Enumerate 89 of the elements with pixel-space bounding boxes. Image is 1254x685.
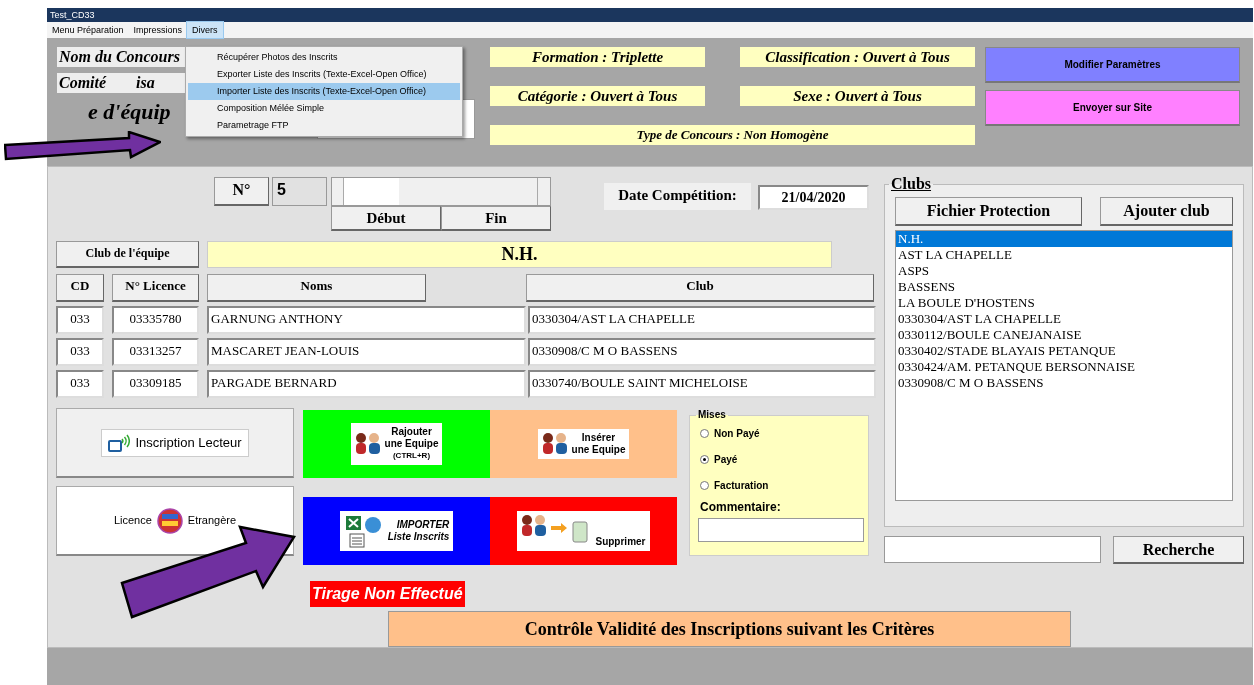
list-item[interactable]: 0330112/BOULE CANEJANAISE (896, 327, 1232, 343)
button-label: Supprimer (595, 536, 646, 548)
table-cell: GARNUNG ANTHONY (207, 306, 526, 334)
table-cell: 03309185 (112, 370, 199, 398)
list-item[interactable]: 0330402/STADE BLAYAIS PETANQUE (896, 343, 1232, 359)
column-header: N° Licence (112, 274, 199, 302)
flags-globe-icon (156, 507, 183, 534)
people-icon (541, 432, 568, 456)
comment-label: Commentaire: (700, 499, 782, 516)
table-cell: PARGADE BERNARD (207, 370, 526, 398)
search-button[interactable]: Recherche (1113, 536, 1244, 564)
people-icon (354, 432, 381, 456)
table-cell: 0330908/C M O BASSENS (528, 338, 876, 366)
list-item[interactable]: ASPS (896, 263, 1232, 279)
column-header: CD (56, 274, 104, 302)
button-label: IMPORTER Liste Inscrits (387, 519, 450, 543)
club-label: Club de l'équipe (56, 241, 199, 268)
reader-button[interactable]: Inscription Lecteur (56, 408, 294, 478)
foreign-licence-button[interactable]: Licence Etrangère (56, 486, 294, 556)
table-cell: 0330304/AST LA CHAPELLE (528, 306, 876, 334)
button-label: Insérer une Equipe (571, 432, 626, 456)
menu-item[interactable]: Importer Liste des Inscrits (Texte-Excel-Open Office) (188, 83, 460, 100)
menu-item[interactable]: Divers (187, 22, 223, 38)
menu-item[interactable]: Menu Préparation (47, 22, 129, 38)
table-cell: MASCARET JEAN-LOUIS (207, 338, 526, 366)
window-title: Test_CD33 (47, 8, 1253, 22)
info-label: Type de Concours : Non Homogène (490, 125, 975, 145)
form-label: Comité (59, 73, 107, 93)
button-label: Etrangère (187, 513, 237, 529)
radio-option[interactable]: Non Payé (700, 420, 858, 446)
list-item[interactable]: AST LA CHAPELLE (896, 247, 1232, 263)
search-field[interactable] (884, 536, 1101, 563)
menu-item[interactable]: Composition Mélée Simple (188, 100, 460, 117)
menu-item[interactable]: Parametrage FTP (188, 117, 460, 134)
menu-item[interactable]: Récupérer Photos des Inscrits (188, 49, 460, 66)
info-label: Sexe : Ouvert à Tous (740, 86, 975, 106)
radio-button[interactable] (700, 428, 709, 438)
info-label: Classification : Ouvert à Tous (740, 47, 975, 67)
number-label: N° (214, 177, 269, 206)
menu-item[interactable]: Impressions (128, 22, 188, 38)
table-cell: 033 (56, 370, 104, 398)
menu-item[interactable]: Exporter Liste des Inscrits (Texte-Excel-Open Office) (188, 66, 460, 83)
protection-file-button[interactable]: Fichier Protection (895, 197, 1082, 226)
radio-option[interactable]: Payé (700, 446, 858, 472)
comment-field[interactable] (698, 518, 864, 542)
info-label: Catégorie : Ouvert à Tous (490, 86, 705, 106)
insert-team-button[interactable]: Insérer une Equipe (490, 410, 677, 478)
column-header: Club (526, 274, 874, 302)
list-item[interactable]: N.H. (896, 231, 1232, 247)
list-item[interactable]: 0330424/AM. PETANQUE BERSONNAISE (896, 359, 1232, 375)
button-label: Inscription Lecteur (135, 433, 242, 452)
table-cell: 033 (56, 338, 104, 366)
table-cell: 0330740/BOULE SAINT MICHELOISE (528, 370, 876, 398)
draw-status-badge: Tirage Non Effectué (310, 581, 465, 607)
table-cell: 03313257 (112, 338, 199, 366)
table-cell: 033 (56, 306, 104, 334)
send-button[interactable]: Envoyer sur Site (985, 90, 1240, 126)
group-title: Clubs (890, 175, 933, 193)
card-reader-icon (108, 432, 131, 453)
form-label: isa (136, 73, 155, 93)
table-cell: 03335780 (112, 306, 199, 334)
button-label: Rajouter une Equipe (CTRL+R) (384, 426, 439, 462)
radio-button[interactable] (700, 454, 709, 464)
number-field: 5 (272, 177, 327, 206)
add-team-button[interactable]: Rajouter une Equipe (CTRL+R) (303, 410, 490, 478)
end-button[interactable]: Fin (441, 206, 551, 231)
settings-button[interactable]: Modifier Paramètres (985, 47, 1240, 83)
date-label: Date Compétition: (604, 183, 751, 210)
spreadsheet-icon (343, 514, 384, 548)
check-validity-button[interactable]: Contrôle Validité des Inscriptions suivant les Critères (388, 611, 1071, 647)
add-club-button[interactable]: Ajouter club (1100, 197, 1233, 226)
column-header: Noms (207, 274, 426, 302)
group-title: Mises (697, 410, 727, 420)
button-label: Licence (113, 513, 152, 529)
radio-option[interactable]: Facturation (700, 472, 858, 498)
form-label: Nom du Concours (59, 47, 180, 67)
date-field: 21/04/2020 (758, 185, 869, 210)
list-item[interactable]: 0330908/C M O BASSENS (896, 375, 1232, 391)
info-label: Formation : Triplette (490, 47, 705, 67)
form-label: e d'équip (88, 99, 171, 125)
list-item[interactable]: BASSENS (896, 279, 1232, 295)
list-item[interactable]: LA BOULE D'HOSTENS (896, 295, 1232, 311)
start-button[interactable]: Début (331, 206, 441, 231)
radio-button[interactable] (700, 480, 709, 490)
import-team-button[interactable]: IMPORTER Liste Inscrits (303, 497, 490, 565)
scroll-bar[interactable] (331, 177, 551, 206)
list-item[interactable]: 0330304/AST LA CHAPELLE (896, 311, 1232, 327)
club-name: N.H. (207, 241, 832, 268)
delete-team-button[interactable]: Supprimer (490, 497, 677, 565)
